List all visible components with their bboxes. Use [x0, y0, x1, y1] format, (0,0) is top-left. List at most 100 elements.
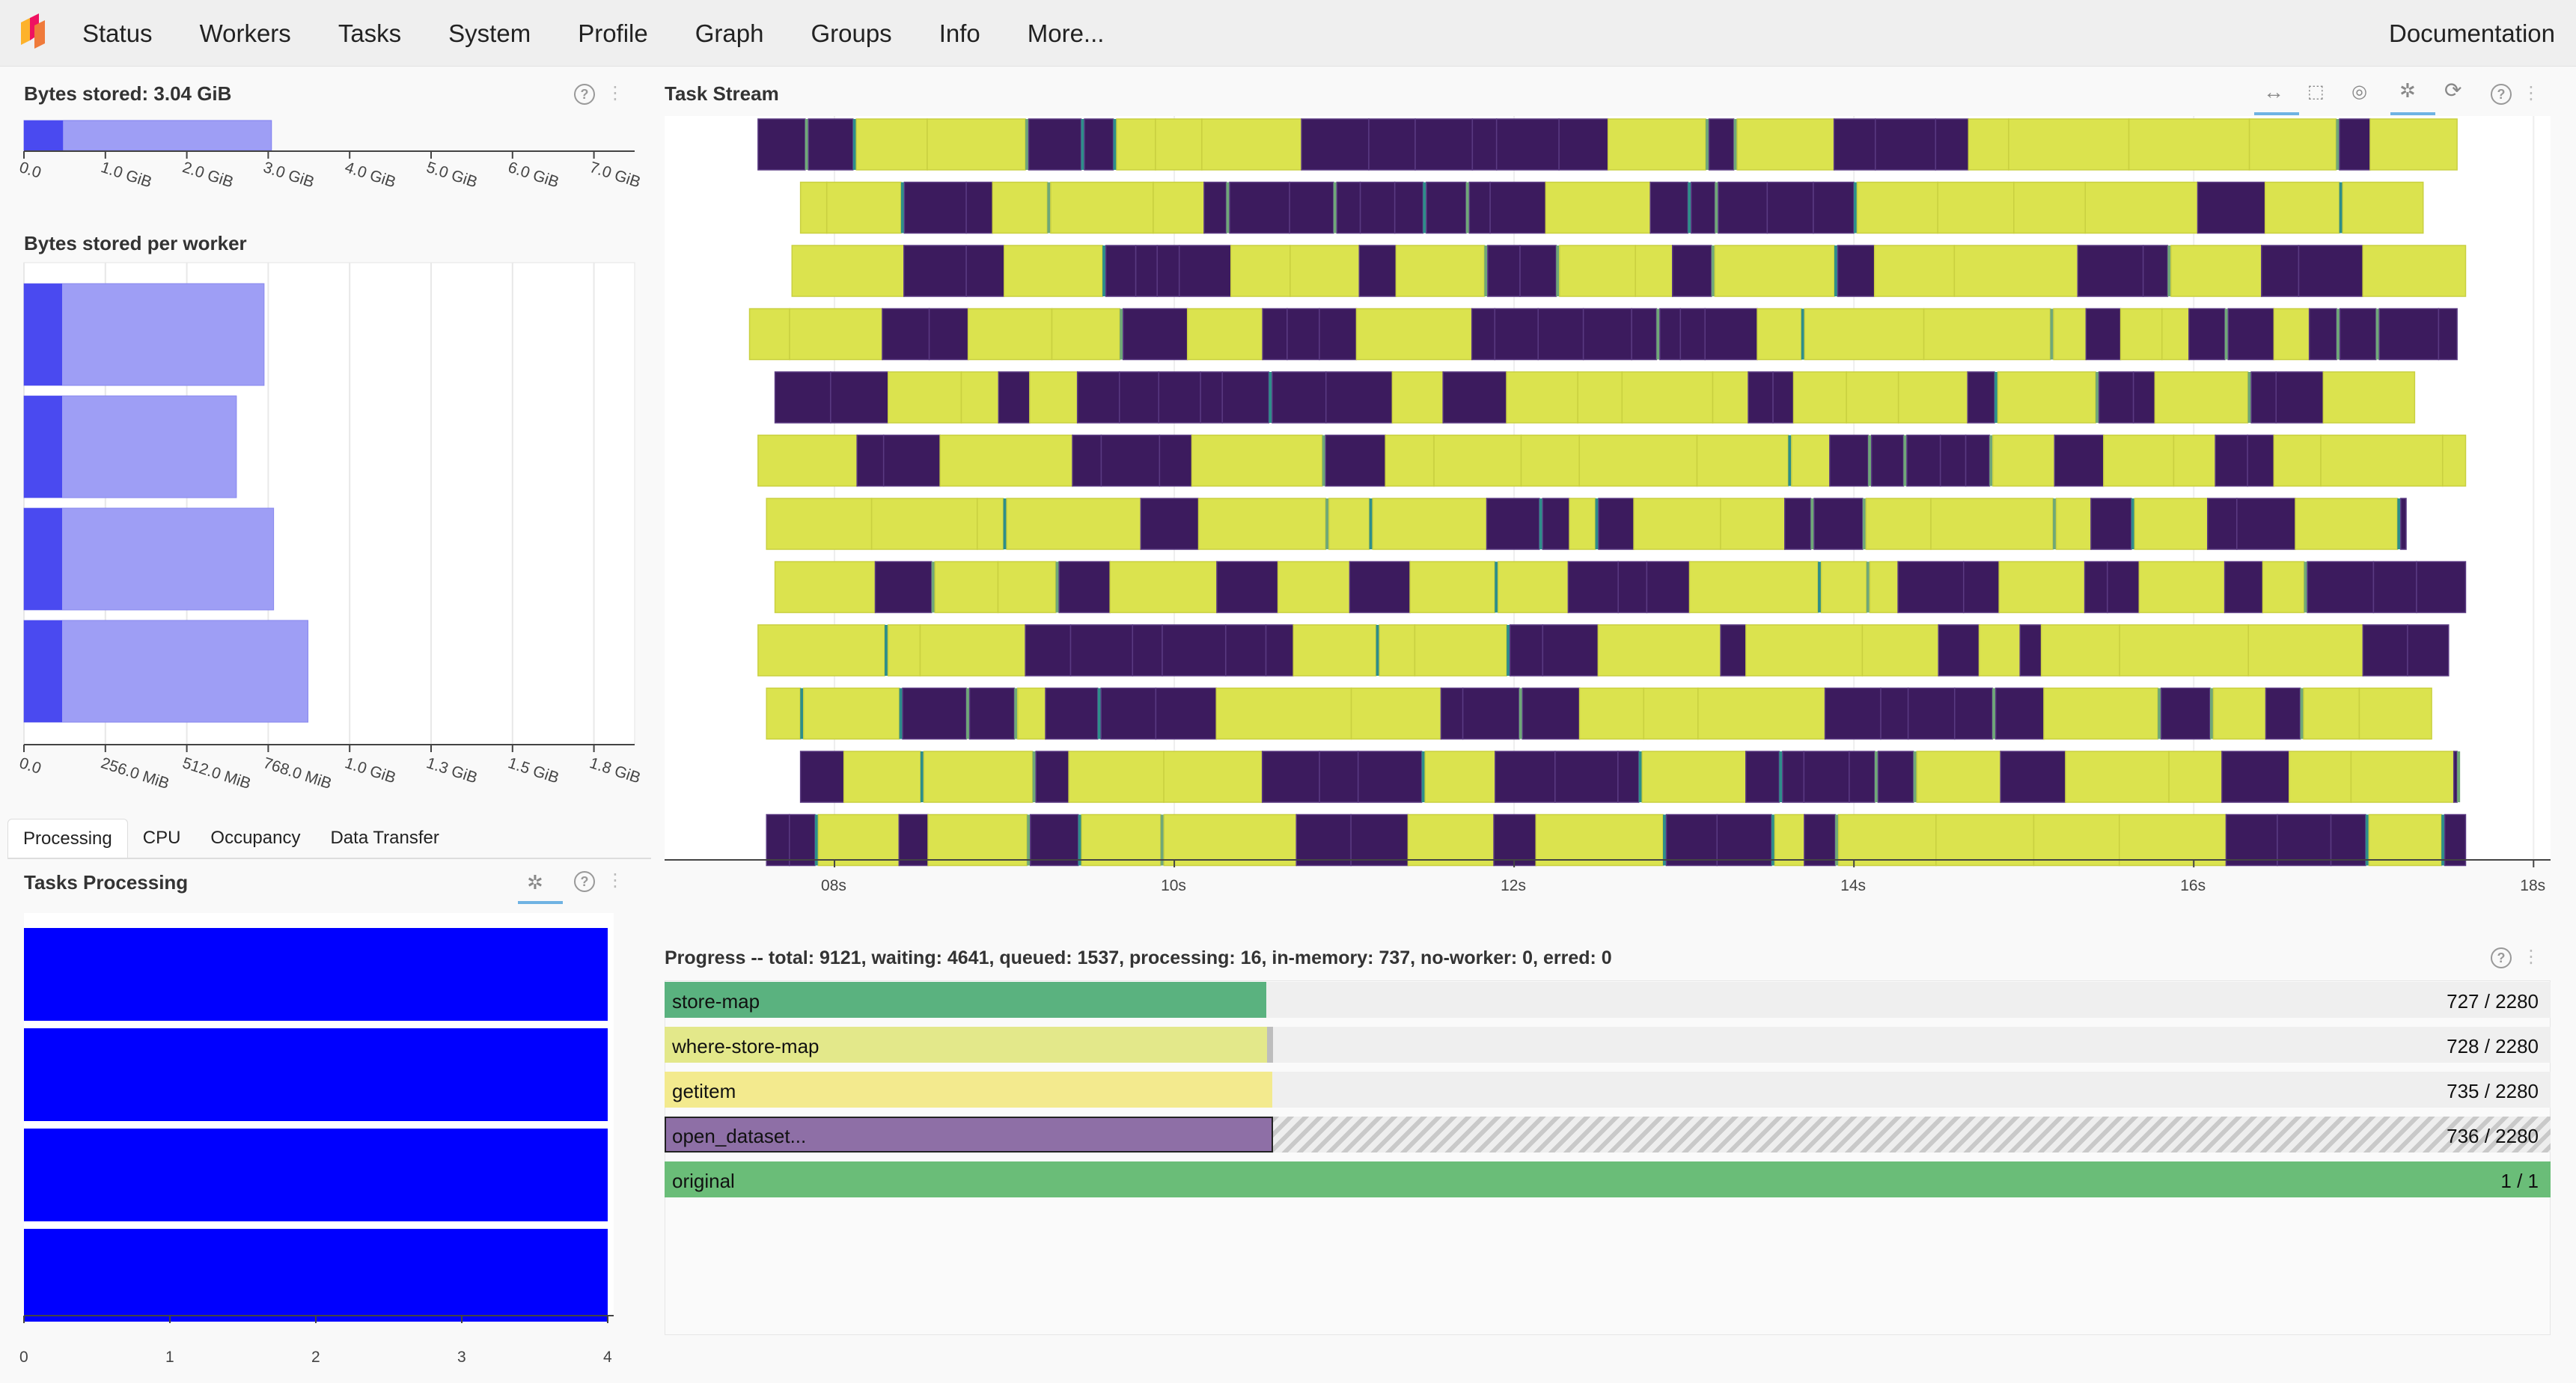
- task-stream-task-where-store-map[interactable]: [1032, 751, 1036, 802]
- task-stream-task-getitem[interactable]: [2170, 245, 2262, 297]
- task-stream-task-getitem[interactable]: [1621, 371, 1714, 424]
- task-stream-task-where-store-map[interactable]: [1810, 498, 1814, 549]
- task-stream-task-store-map[interactable]: [1779, 751, 1783, 802]
- task-stream-task-open_dataset[interactable]: [1261, 751, 1320, 803]
- task-stream-task-where-store-map[interactable]: [2375, 308, 2379, 360]
- task-stream-task-open_dataset[interactable]: [1745, 751, 1780, 803]
- task-stream-task-getitem[interactable]: [1846, 371, 1899, 424]
- task-stream-task-open_dataset[interactable]: [1671, 245, 1712, 297]
- task-stream-task-getitem[interactable]: [1607, 118, 1706, 171]
- reset-icon[interactable]: ⟳: [2444, 79, 2461, 102]
- task-stream-task-getitem[interactable]: [1155, 118, 1203, 171]
- task-stream-task-open_dataset[interactable]: [1938, 624, 1980, 677]
- task-stream-task-getitem[interactable]: [2358, 687, 2432, 740]
- task-stream-task-getitem[interactable]: [927, 118, 1026, 171]
- task-stream-task-open_dataset[interactable]: [1665, 813, 1718, 867]
- nav-info[interactable]: Info: [939, 19, 980, 48]
- task-stream-task-open_dataset[interactable]: [2277, 813, 2332, 867]
- task-stream-task-open_dataset[interactable]: [2225, 813, 2278, 867]
- task-stream-task-store-map[interactable]: [1097, 688, 1101, 739]
- task-stream-task-open_dataset[interactable]: [2142, 245, 2169, 297]
- task-stream-task-open_dataset[interactable]: [1617, 751, 1640, 803]
- task-stream-task-getitem[interactable]: [1643, 687, 1699, 740]
- task-stream-task-getitem[interactable]: [791, 245, 905, 297]
- task-stream-task-getitem[interactable]: [766, 498, 873, 550]
- task-stream-task-open_dataset[interactable]: [998, 371, 1031, 424]
- task-stream-task-getitem[interactable]: [1569, 498, 1596, 550]
- task-stream-task-getitem[interactable]: [1696, 434, 1789, 487]
- task-stream-task-open_dataset[interactable]: [1554, 751, 1619, 803]
- task-stream-task-store-map[interactable]: [1688, 182, 1691, 233]
- task-stream-task-where-store-map[interactable]: [805, 119, 808, 170]
- task-stream-task-getitem[interactable]: [2369, 118, 2458, 171]
- task-stream-task-open_dataset[interactable]: [1319, 308, 1358, 361]
- task-stream-task-getitem[interactable]: [1869, 561, 1899, 614]
- task-stream-task-getitem[interactable]: [2033, 813, 2120, 867]
- task-stream-task-where-store-map[interactable]: [1325, 498, 1329, 549]
- task-stream-task-getitem[interactable]: [2273, 308, 2310, 361]
- task-stream-task-store-map[interactable]: [1423, 182, 1426, 233]
- task-stream-task-open_dataset[interactable]: [1953, 687, 1993, 740]
- task-stream-task-open_dataset[interactable]: [1994, 687, 2045, 740]
- task-stream-task-open_dataset[interactable]: [1442, 371, 1507, 424]
- task-stream-task-store-map[interactable]: [2365, 814, 2369, 866]
- task-stream-task-open_dataset[interactable]: [1035, 751, 1069, 803]
- task-stream-task-getitem[interactable]: [1289, 245, 1361, 297]
- task-stream-task-open_dataset[interactable]: [1225, 624, 1267, 677]
- task-stream-task-open_dataset[interactable]: [1325, 371, 1394, 424]
- task-stream-task-getitem[interactable]: [1714, 245, 1835, 297]
- task-stream-task-open_dataset[interactable]: [2197, 181, 2266, 234]
- task-stream-task-where-store-map[interactable]: [2167, 245, 2171, 296]
- task-stream-task-open_dataset[interactable]: [1072, 434, 1102, 487]
- task-stream-task-open_dataset[interactable]: [968, 687, 1016, 740]
- task-stream-task-open_dataset[interactable]: [1358, 245, 1397, 297]
- task-stream-task-open_dataset[interactable]: [2275, 371, 2325, 424]
- task-stream-task-store-map[interactable]: [2441, 814, 2445, 866]
- tasks-processing-bar[interactable]: [24, 928, 608, 1021]
- task-stream-task-open_dataset[interactable]: [1824, 687, 1881, 740]
- task-stream-task-open_dataset[interactable]: [1558, 118, 1609, 171]
- task-stream-task-getitem[interactable]: [1953, 245, 2079, 297]
- task-stream-task-open_dataset[interactable]: [1906, 434, 1941, 487]
- task-stream-task-store-map[interactable]: [1595, 498, 1599, 549]
- task-stream-task-where-store-map[interactable]: [1733, 119, 1737, 170]
- task-stream-task-getitem[interactable]: [1050, 181, 1154, 234]
- task-stream-task-getitem[interactable]: [2154, 371, 2249, 424]
- task-stream-task-getitem[interactable]: [757, 434, 858, 487]
- task-stream-task-getitem[interactable]: [1201, 118, 1302, 171]
- task-stream-task-store-map[interactable]: [1818, 561, 1822, 613]
- task-stream-task-store-map[interactable]: [920, 751, 924, 802]
- task-stream-task-getitem[interactable]: [967, 308, 1053, 361]
- task-stream-task-open_dataset[interactable]: [1123, 308, 1188, 361]
- tap-tool-icon[interactable]: ✲: [527, 871, 543, 894]
- task-stream-task-open_dataset[interactable]: [1877, 751, 1914, 803]
- task-stream-task-getitem[interactable]: [2262, 561, 2305, 614]
- task-stream-task-open_dataset[interactable]: [1471, 118, 1498, 171]
- task-stream-task-getitem[interactable]: [2248, 118, 2337, 171]
- task-stream-task-getitem[interactable]: [1578, 434, 1698, 487]
- task-stream-task-getitem[interactable]: [1051, 308, 1121, 361]
- task-stream-task-getitem[interactable]: [1081, 813, 1162, 867]
- task-stream-task-where-store-map[interactable]: [1025, 119, 1029, 170]
- task-stream-task-where-store-map[interactable]: [2247, 372, 2251, 423]
- task-stream-task-getitem[interactable]: [2103, 434, 2175, 487]
- task-stream-task-getitem[interactable]: [1937, 181, 2015, 234]
- task-stream-task-open_dataset[interactable]: [1118, 371, 1159, 424]
- task-stream-task-getitem[interactable]: [2295, 498, 2399, 550]
- task-stream-task-getitem[interactable]: [1433, 434, 1522, 487]
- task-stream-task-open_dataset[interactable]: [1287, 308, 1320, 361]
- task-stream-task-getitem[interactable]: [939, 434, 1073, 487]
- task-stream-task-getitem[interactable]: [2013, 181, 2087, 234]
- task-stream-task-open_dataset[interactable]: [1582, 308, 1632, 361]
- task-stream-task-getitem[interactable]: [1992, 434, 2056, 487]
- task-stream-task-open_dataset[interactable]: [2265, 687, 2301, 740]
- task-stream-task-open_dataset[interactable]: [2372, 561, 2417, 614]
- task-stream-task-getitem[interactable]: [1414, 624, 1507, 677]
- task-stream-task-getitem[interactable]: [1385, 434, 1435, 487]
- task-stream-task-where-store-map[interactable]: [2158, 688, 2161, 739]
- task-stream-task-store-map[interactable]: [885, 625, 888, 676]
- task-stream-task-open_dataset[interactable]: [1967, 371, 1995, 424]
- task-stream-task-open_dataset[interactable]: [1567, 561, 1619, 614]
- progress-row[interactable]: getitem 735 / 2280: [665, 1072, 2551, 1108]
- task-stream-task-open_dataset[interactable]: [1162, 624, 1227, 677]
